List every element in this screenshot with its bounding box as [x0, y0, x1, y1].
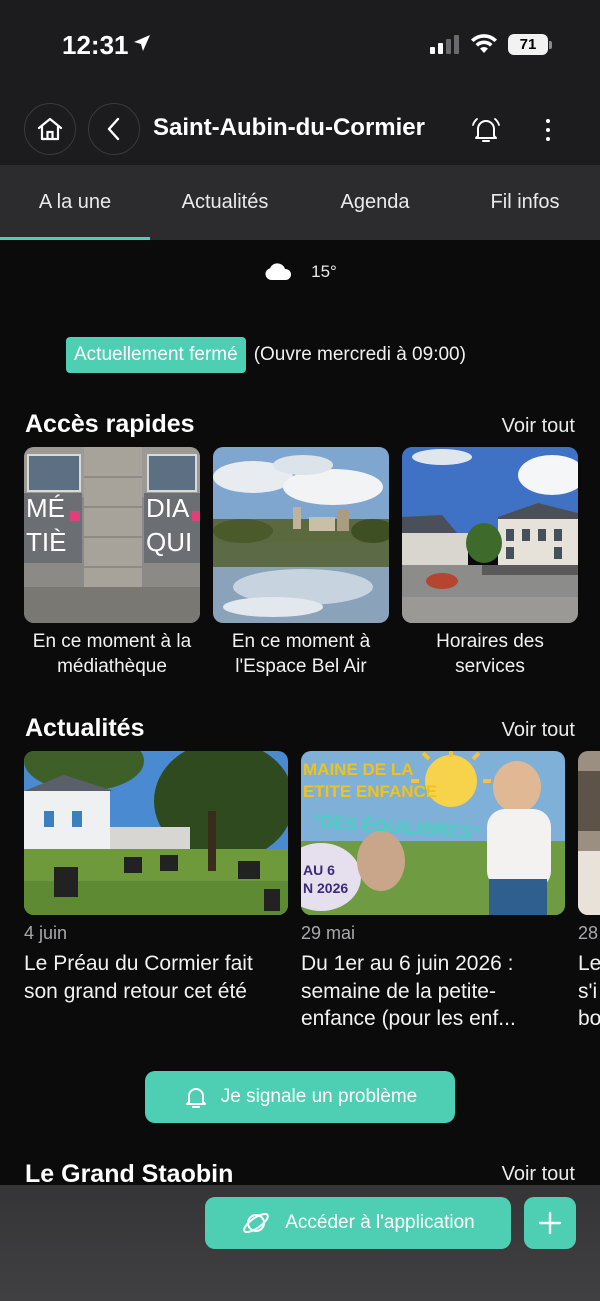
quick-access-card-horaires[interactable]: Horaires des services — [402, 447, 578, 679]
tab-agenda[interactable]: Agenda — [300, 165, 450, 240]
opening-status: Actuellement fermé (Ouvre mercredi à 09:… — [66, 337, 466, 373]
planet-icon — [243, 1212, 270, 1234]
tab-a-la-une[interactable]: A la une — [0, 165, 150, 240]
news-title: Actualités — [25, 714, 145, 742]
news-headline: Du 1er au 6 juin 2026 : semaine de la pe… — [301, 952, 516, 1030]
svg-text:ETITE ENFANCE: ETITE ENFANCE — [303, 782, 437, 801]
news-list: 4 juin Le Préau du Cormier fait son gran… — [24, 751, 600, 1033]
home-button[interactable] — [24, 103, 76, 155]
quick-access-label: En ce moment à l'Espace Bel Air — [231, 631, 371, 677]
app-header: Saint-Aubin-du-Cormier — [0, 90, 600, 165]
bell-icon — [185, 1088, 206, 1108]
quick-access-card-espace-bel-air[interactable]: En ce moment à l'Espace Bel Air — [213, 447, 389, 679]
battery-cap — [549, 41, 552, 49]
svg-text:QUI: QUI — [146, 527, 192, 557]
grand-staobin-see-all[interactable]: Voir tout — [502, 1163, 575, 1186]
add-button[interactable] — [524, 1197, 576, 1249]
quick-access-label: En ce moment à la médiathèque — [32, 631, 192, 677]
news-image — [24, 751, 288, 915]
news-card[interactable]: 4 juin Le Préau du Cormier fait son gran… — [24, 751, 288, 1033]
news-image: MAINE DE LA ETITE ENFANCE "DES ÉQUILIBRE… — [301, 751, 565, 915]
access-app-button[interactable]: Accéder à l'application — [205, 1197, 511, 1249]
quick-access-list: MÉ TIÈ DIA QUI En ce moment à la médiath… — [24, 447, 578, 679]
news-date: 28 — [578, 923, 599, 943]
status-time: 12:31 — [62, 30, 129, 60]
news-headline: Le s'i bo — [578, 952, 600, 1030]
svg-text:MAINE DE LA: MAINE DE LA — [303, 760, 414, 779]
tab-fil-infos[interactable]: Fil infos — [450, 165, 600, 240]
quick-access-label: Horaires des services — [436, 631, 544, 677]
quick-access-see-all[interactable]: Voir tout — [502, 415, 575, 438]
weather-widget: 15° — [0, 262, 600, 282]
dot — [546, 128, 550, 132]
quick-access-title: Accès rapides — [25, 410, 195, 438]
status-bar: 12:31 71 — [0, 0, 600, 90]
opening-detail: (Ouvre mercredi à 09:00) — [253, 344, 466, 365]
plus-icon — [538, 1211, 562, 1235]
home-icon — [37, 117, 63, 141]
more-options-button[interactable] — [533, 112, 563, 148]
svg-text:MÉ: MÉ — [26, 493, 65, 523]
location-arrow-icon — [134, 35, 150, 51]
news-date: 4 juin — [24, 923, 68, 943]
status-badge: Actuellement fermé — [66, 337, 246, 373]
access-app-label: Accéder à l'application — [285, 1212, 475, 1233]
mediatheque-image: MÉ TIÈ DIA QUI — [24, 447, 200, 623]
quick-access-card-mediatheque[interactable]: MÉ TIÈ DIA QUI En ce moment à la médiath… — [24, 447, 200, 679]
cloud-icon — [265, 263, 292, 280]
battery-indicator: 71 — [508, 34, 548, 55]
horaires-image — [402, 447, 578, 623]
news-image — [578, 751, 600, 915]
news-date: 29 mai — [301, 923, 356, 943]
dot — [546, 119, 550, 123]
espace-bel-air-image — [213, 447, 389, 623]
chevron-left-icon — [107, 117, 120, 141]
tab-actualites[interactable]: Actualités — [150, 165, 300, 240]
news-headline: Le Préau du Cormier fait son grand retou… — [24, 952, 253, 1003]
news-see-all[interactable]: Voir tout — [502, 719, 575, 742]
report-problem-button[interactable]: Je signale un problème — [145, 1071, 455, 1123]
signal-icon — [430, 35, 459, 54]
svg-text:TIÈ: TIÈ — [26, 527, 66, 557]
svg-text:AU 6: AU 6 — [303, 862, 335, 878]
tab-bar: A la une Actualités Agenda Fil infos — [0, 165, 600, 240]
notifications-button[interactable] — [468, 112, 504, 148]
bell-icon — [472, 118, 500, 142]
wifi-icon — [471, 34, 497, 53]
page-title: Saint-Aubin-du-Cormier — [153, 114, 425, 141]
news-card[interactable]: MAINE DE LA ETITE ENFANCE "DES ÉQUILIBRE… — [301, 751, 565, 1033]
svg-text:N 2026: N 2026 — [303, 880, 348, 896]
report-problem-label: Je signale un problème — [220, 1086, 418, 1107]
back-button[interactable] — [88, 103, 140, 155]
temperature: 15° — [311, 262, 337, 281]
svg-text:DIA: DIA — [146, 493, 190, 523]
dot — [546, 137, 550, 141]
news-card[interactable]: 28 Le s'i bo — [578, 751, 600, 1033]
